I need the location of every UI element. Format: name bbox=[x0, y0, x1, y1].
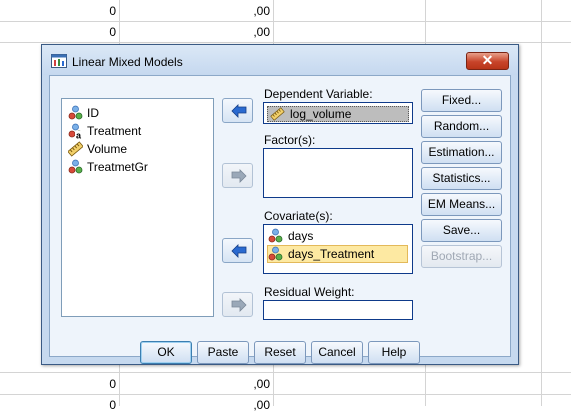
nominal-icon bbox=[68, 105, 83, 121]
arrow-left-icon bbox=[231, 244, 247, 258]
nominal-string-icon: a bbox=[68, 123, 83, 141]
factors-list[interactable] bbox=[263, 148, 413, 198]
reset-button[interactable]: Reset bbox=[254, 341, 306, 364]
dialog-title: Linear Mixed Models bbox=[72, 55, 183, 69]
linear-mixed-models-dialog: Linear Mixed Models ✕ ID a Treatment Vol… bbox=[41, 44, 519, 365]
variable-label: ID bbox=[87, 106, 99, 120]
close-icon: ✕ bbox=[481, 52, 494, 68]
residual-weight-field[interactable] bbox=[263, 300, 413, 320]
dependent-variable-label: Dependent Variable: bbox=[264, 87, 373, 101]
move-dependent-button[interactable] bbox=[222, 98, 253, 123]
move-covariate-button[interactable] bbox=[222, 238, 253, 263]
variable-label: Volume bbox=[87, 142, 128, 156]
spss-dialog-icon bbox=[51, 54, 67, 68]
close-button[interactable]: ✕ bbox=[466, 52, 509, 70]
variable-label: Treatment bbox=[87, 124, 142, 138]
residual-weight-label: Residual Weight: bbox=[264, 285, 355, 299]
grid-cell[interactable]: ,00 bbox=[200, 377, 270, 391]
paste-button[interactable]: Paste bbox=[197, 341, 249, 364]
grid-cell[interactable]: ,00 bbox=[200, 25, 270, 39]
estimation-button[interactable]: Estimation... bbox=[421, 141, 502, 164]
grid-cell[interactable]: 0 bbox=[60, 25, 116, 39]
cancel-button[interactable]: Cancel bbox=[311, 341, 363, 364]
move-factor-button[interactable] bbox=[222, 163, 253, 188]
factors-label: Factor(s): bbox=[264, 133, 316, 147]
dependent-variable-value: log_volume bbox=[290, 107, 352, 121]
nominal-icon bbox=[268, 228, 283, 244]
dependent-variable-selection: log_volume bbox=[267, 106, 409, 122]
arrow-right-icon bbox=[231, 169, 247, 183]
source-variable-list[interactable]: ID a Treatment Volume TreatmetGr bbox=[61, 98, 214, 317]
arrow-right-icon bbox=[231, 298, 247, 312]
covariate-label: days_Treatment bbox=[288, 247, 375, 261]
dialog-body: ID a Treatment Volume TreatmetGr Depende… bbox=[49, 75, 511, 357]
dialog-titlebar[interactable]: Linear Mixed Models ✕ bbox=[42, 45, 518, 75]
covariates-list[interactable]: days days_Treatment bbox=[263, 224, 413, 274]
covariates-label: Covariate(s): bbox=[264, 209, 333, 223]
covariate-label: days bbox=[288, 229, 314, 243]
scale-icon bbox=[67, 141, 84, 157]
dependent-variable-field[interactable]: log_volume bbox=[263, 102, 413, 124]
nominal-icon bbox=[268, 246, 283, 262]
variable-label: TreatmetGr bbox=[87, 160, 148, 174]
move-residual-weight-button[interactable] bbox=[222, 292, 253, 317]
save-button[interactable]: Save... bbox=[421, 219, 502, 242]
random-button[interactable]: Random... bbox=[421, 115, 502, 138]
arrow-left-icon bbox=[231, 104, 247, 118]
bootstrap-button[interactable]: Bootstrap... bbox=[421, 245, 502, 268]
fixed-button[interactable]: Fixed... bbox=[421, 89, 502, 112]
grid-cell[interactable]: 0 bbox=[60, 4, 116, 18]
help-button[interactable]: Help bbox=[368, 341, 420, 364]
ok-button[interactable]: OK bbox=[140, 341, 192, 364]
grid-cell[interactable]: ,00 bbox=[200, 4, 270, 18]
grid-cell[interactable]: 0 bbox=[60, 398, 116, 412]
em-means-button[interactable]: EM Means... bbox=[421, 193, 502, 216]
statistics-button[interactable]: Statistics... bbox=[421, 167, 502, 190]
grid-cell[interactable]: 0 bbox=[60, 377, 116, 391]
scale-icon bbox=[270, 107, 285, 124]
nominal-icon bbox=[68, 159, 83, 175]
grid-cell[interactable]: ,00 bbox=[200, 398, 270, 412]
